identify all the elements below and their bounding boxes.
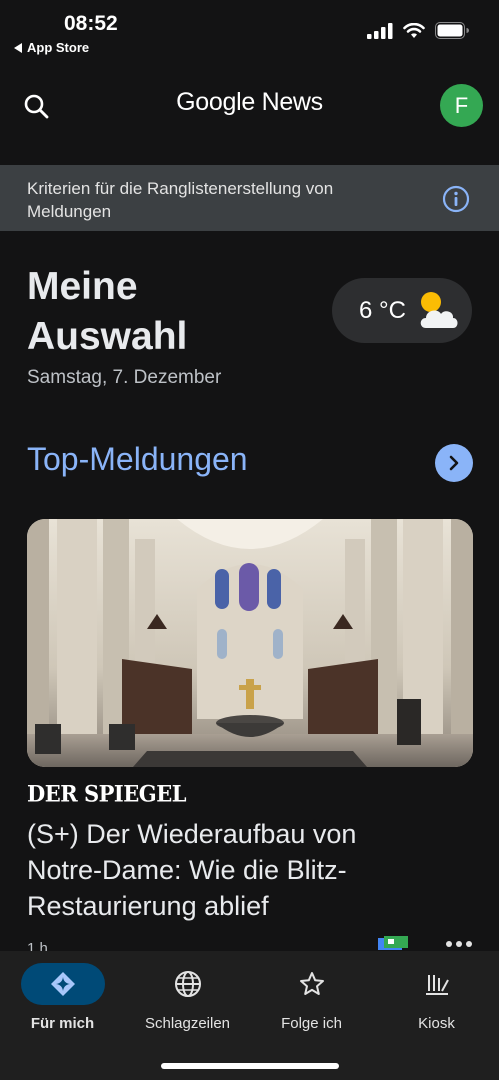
weather-chip[interactable]: 6 °C [332, 278, 472, 343]
more-dot-icon [446, 941, 452, 947]
section-more-button[interactable] [435, 444, 473, 482]
criteria-banner-text: Kriterien für die Ranglistenerstellung v… [27, 179, 334, 221]
page-date: Samstag, 7. Dezember [27, 367, 222, 388]
full-coverage-button[interactable] [378, 936, 408, 950]
newsstand-icon [425, 975, 449, 995]
globe-icon [174, 971, 201, 997]
nav-pill [146, 963, 230, 1005]
more-dot-icon [466, 941, 472, 947]
signal-icon [367, 22, 393, 39]
wifi-icon [403, 22, 425, 38]
article-image[interactable] [27, 519, 473, 767]
nav-item-headlines[interactable]: Schlagzeilen [125, 963, 250, 1043]
info-button[interactable] [442, 185, 470, 213]
status-time: 08:52 [64, 12, 118, 35]
article-source[interactable]: DER SPIEGEL [27, 780, 186, 806]
partly-cloudy-icon [420, 292, 458, 328]
nav-label: Folge ich [281, 1015, 342, 1032]
star-icon [299, 972, 324, 995]
info-icon [442, 185, 470, 213]
more-dot-icon [456, 941, 462, 947]
nav-item-newsstand[interactable]: Kiosk [374, 963, 499, 1043]
nav-label: Für mich [30, 1015, 95, 1032]
nav-active-pill [20, 963, 105, 1005]
page-title: Meine Auswahl [27, 265, 188, 358]
back-app-label: App Store [27, 40, 90, 55]
cathedral-interior-image [27, 519, 473, 767]
weather-temperature: 6 °C [359, 296, 406, 324]
status-icons [367, 22, 469, 39]
app-brand-logo: Google News [176, 88, 323, 116]
article-more-button[interactable] [446, 941, 472, 951]
full-coverage-icon [378, 936, 408, 950]
home-indicator[interactable] [161, 1063, 339, 1069]
nav-pill [270, 963, 354, 1005]
back-to-app-link[interactable]: App Store [14, 40, 89, 55]
for-you-icon [50, 972, 75, 996]
chevron-right-icon [449, 455, 459, 471]
back-triangle-icon [14, 42, 22, 53]
nav-item-following[interactable]: Folge ich [249, 963, 374, 1043]
battery-icon [435, 22, 469, 39]
nav-label: Kiosk [418, 1015, 455, 1032]
article-headline[interactable]: (S+) Der Wiederaufbau von Notre-Dame: Wi… [27, 816, 427, 924]
section-title[interactable]: Top-Meldungen [27, 441, 248, 478]
nav-item-for-you[interactable]: Für mich [0, 963, 125, 1043]
nav-pill [395, 963, 479, 1005]
account-avatar[interactable]: F [440, 84, 483, 127]
nav-label: Schlagzeilen [144, 1015, 231, 1032]
